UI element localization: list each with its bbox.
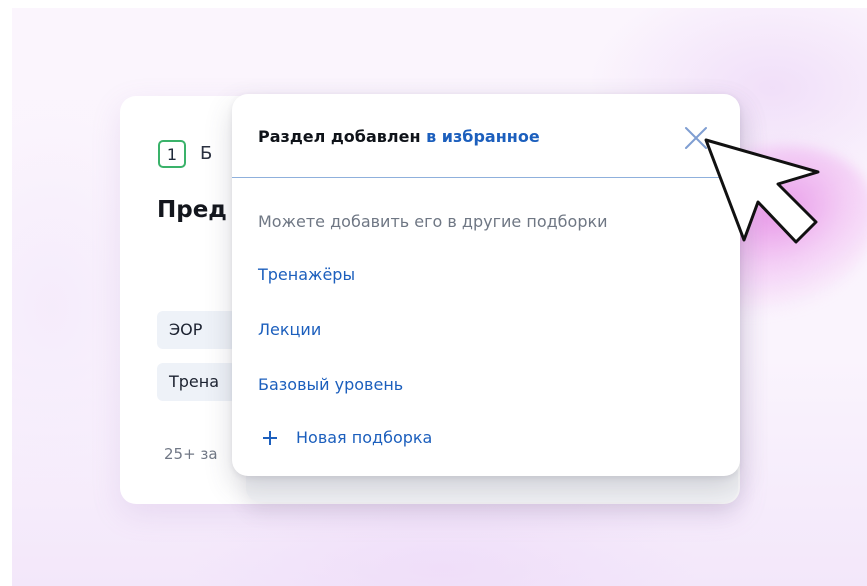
favorites-popup: Раздел добавлен в избранное Можете добав… xyxy=(232,94,740,476)
popup-header: Раздел добавлен в избранное xyxy=(232,94,740,178)
popup-title: Раздел добавлен в избранное xyxy=(258,127,540,146)
popup-hint: Можете добавить его в другие подборки xyxy=(258,212,608,231)
section-label: Б xyxy=(200,143,213,164)
popup-title-text: Раздел добавлен xyxy=(258,127,421,146)
collection-option-lectures[interactable]: Лекции xyxy=(258,320,321,339)
section-title: Пред xyxy=(157,197,227,223)
collection-option-trainers[interactable]: Тренажёры xyxy=(258,265,355,284)
tag-chip: Трена xyxy=(157,363,237,401)
plus-icon xyxy=(263,430,277,445)
collection-option-basic-level[interactable]: Базовый уровень xyxy=(258,375,403,394)
tag-chip: ЭОР xyxy=(157,311,237,349)
new-collection-label: Новая подборка xyxy=(296,428,433,447)
section-footer-text: 25+ за xyxy=(164,445,218,463)
section-number-badge: 1 xyxy=(158,140,186,168)
mouse-pointer-icon xyxy=(704,138,820,244)
favorites-link[interactable]: в избранное xyxy=(426,127,540,146)
new-collection-button[interactable]: Новая подборка xyxy=(262,428,432,447)
